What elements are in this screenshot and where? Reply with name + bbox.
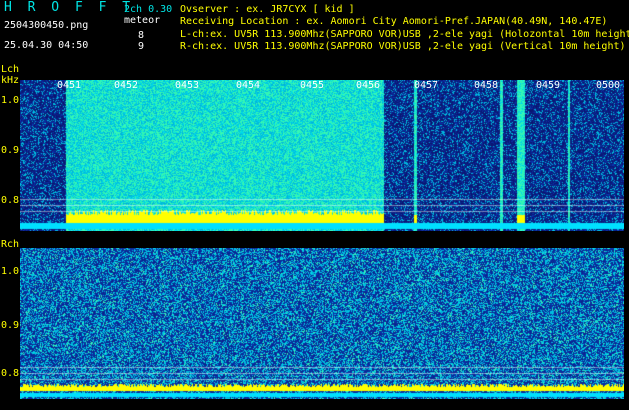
lch-ytick-0.8: 0.8	[1, 195, 20, 206]
lch-ytick-1.0: 1.0	[1, 95, 20, 106]
app-logo: H R O F F T	[4, 0, 135, 15]
lch-time-label: 0457	[414, 80, 439, 91]
lch-time-label: 0452	[114, 80, 139, 91]
location-line: Receiving Location : ex. Aomori City Aom…	[180, 16, 608, 27]
lch-unit: kHz	[1, 75, 20, 86]
observer-line: Ovserver : ex. JR7CYX [ kid ]	[180, 4, 355, 15]
lch-time-label: 0451	[57, 80, 82, 91]
capture-datetime: 25.04.30 04:50	[4, 40, 89, 51]
app-version: 2ch 0.30	[124, 4, 173, 15]
meteor-count-r: 9	[138, 41, 145, 52]
lch-time-label: 0453	[175, 80, 200, 91]
rch-ytick-0.9: 0.9	[1, 320, 20, 331]
lch-time-label: 0500	[596, 80, 621, 91]
lch-time-label: 0458	[474, 80, 499, 91]
meteor-count-l: 8	[138, 30, 145, 41]
rch-info-line: R-ch:ex. UV5R 113.900Mhz(SAPPORO VOR)USB…	[180, 41, 626, 52]
lch-spectrogram	[20, 80, 624, 231]
lch-time-label: 0456	[356, 80, 381, 91]
lch-time-label: 0454	[236, 80, 261, 91]
mode-label: meteor	[124, 15, 161, 26]
lch-ytick-0.9: 0.9	[1, 145, 20, 156]
lch-label: Lch	[1, 64, 20, 75]
file-name: 2504300450.png	[4, 20, 89, 31]
rch-ytick-0.8: 0.8	[1, 368, 20, 379]
lch-time-label: 0459	[536, 80, 561, 91]
rch-label: Rch	[1, 239, 20, 250]
lch-info-line: L-ch:ex. UV5R 113.900Mhz(SAPPORO VOR)USB…	[180, 29, 629, 40]
rch-ytick-1.0: 1.0	[1, 266, 20, 277]
rch-spectrogram	[20, 248, 624, 399]
lch-time-label: 0455	[300, 80, 325, 91]
